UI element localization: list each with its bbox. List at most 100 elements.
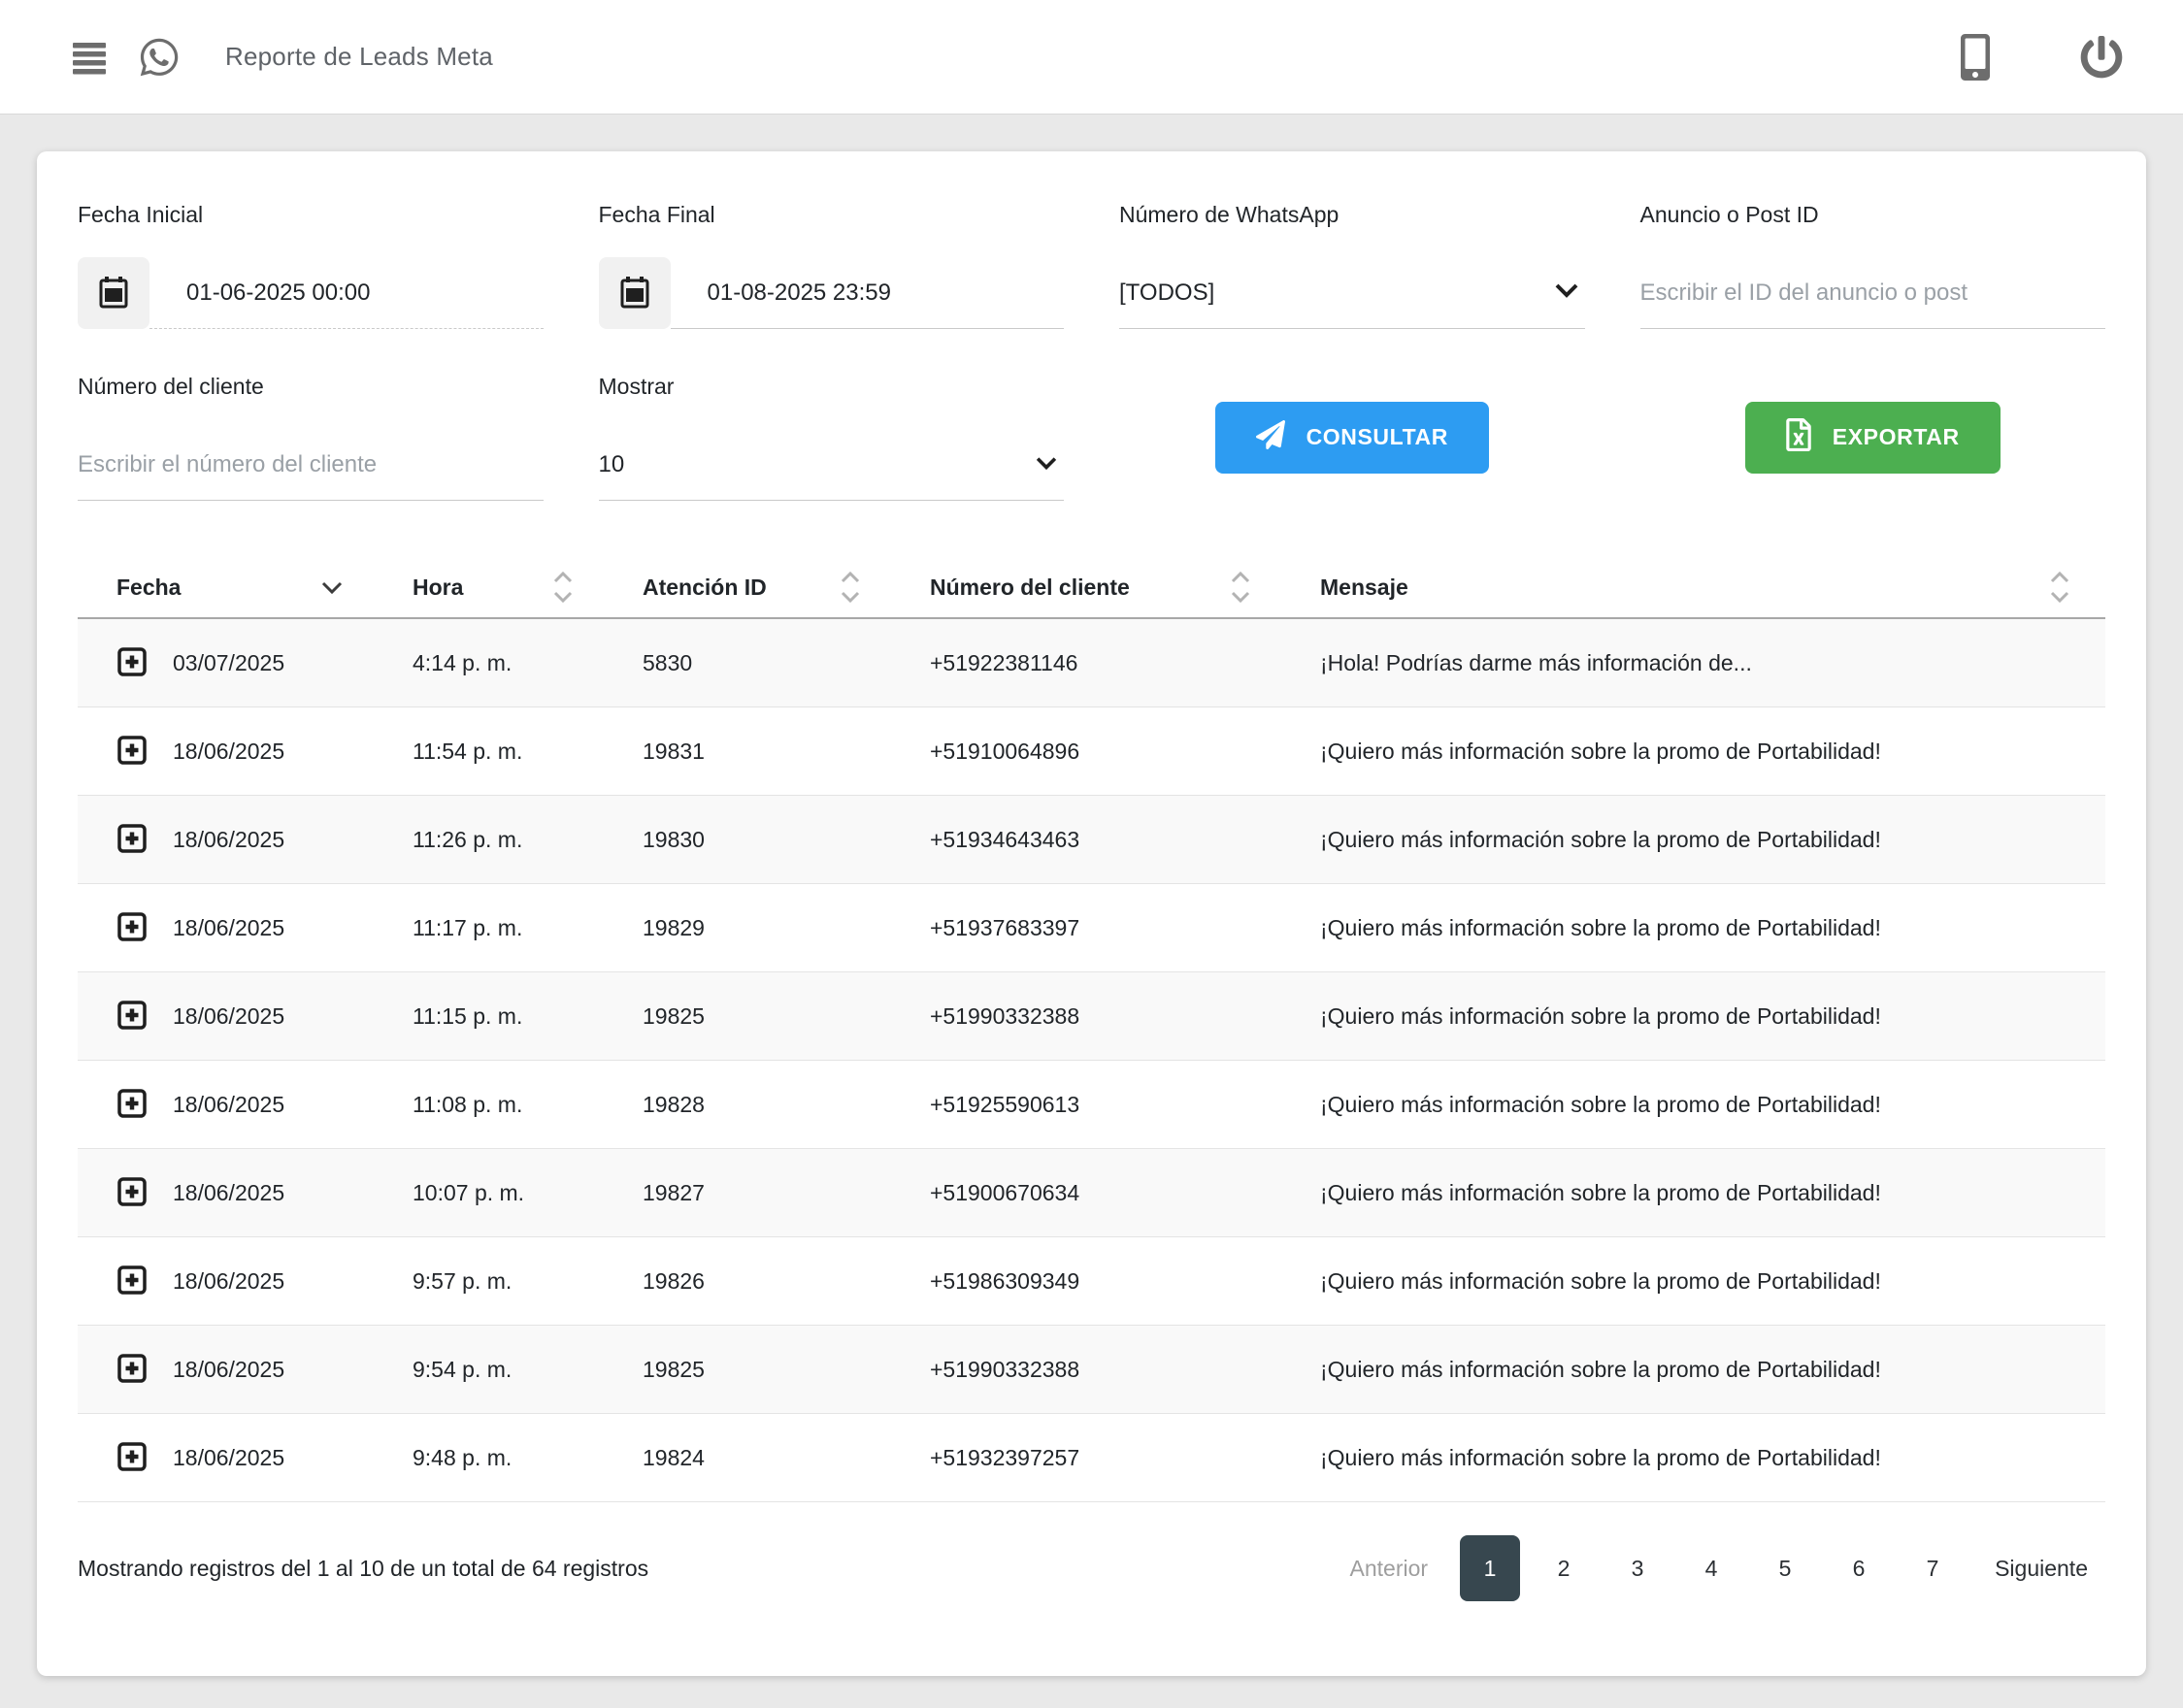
anuncio-post-id-input[interactable] xyxy=(1640,257,2106,329)
plus-square-icon xyxy=(116,1088,148,1122)
row-hora: 11:26 p. m. xyxy=(413,827,643,853)
records-summary: Mostrando registros del 1 al 10 de un to… xyxy=(78,1556,648,1582)
table-row: 18/06/2025 11:08 p. m. 19828 +5192559061… xyxy=(78,1061,2105,1149)
column-label: Atención ID xyxy=(643,575,767,601)
top-navbar: Reporte de Leads Meta xyxy=(0,0,2183,115)
row-fecha: 03/07/2025 xyxy=(173,650,284,676)
pagination-next[interactable]: Siguiente xyxy=(1995,1556,2088,1582)
table-row: 18/06/2025 9:54 p. m. 19825 +51990332388… xyxy=(78,1326,2105,1414)
column-label: Fecha xyxy=(116,575,181,601)
pagination-page[interactable]: 2 xyxy=(1527,1535,1601,1601)
sort-desc-icon xyxy=(319,579,345,595)
table-row: 18/06/2025 9:48 p. m. 19824 +51932397257… xyxy=(78,1414,2105,1502)
paper-plane-icon xyxy=(1256,420,1285,455)
row-fecha: 18/06/2025 xyxy=(173,1092,284,1118)
mostrar-select[interactable]: 10 xyxy=(599,429,1065,501)
mostrar-label: Mostrar xyxy=(599,374,1065,400)
row-atencion-id: 19826 xyxy=(643,1268,930,1295)
fecha-inicial-input[interactable] xyxy=(149,257,544,329)
plus-square-icon xyxy=(116,646,148,680)
pagination-page[interactable]: 1 xyxy=(1460,1535,1520,1601)
anuncio-post-id-label: Anuncio o Post ID xyxy=(1640,202,2106,228)
table-footer: Mostrando registros del 1 al 10 de un to… xyxy=(78,1502,2105,1601)
row-numero-cliente: +51932397257 xyxy=(930,1445,1320,1471)
fecha-final-label: Fecha Final xyxy=(599,202,1065,228)
menu-icon[interactable] xyxy=(70,40,109,75)
row-hora: 9:48 p. m. xyxy=(413,1445,643,1471)
row-fecha: 18/06/2025 xyxy=(173,915,284,941)
plus-square-icon xyxy=(116,1265,148,1298)
mostrar-value: 10 xyxy=(599,451,625,478)
fecha-final-calendar-button[interactable] xyxy=(599,257,671,329)
table-row: 18/06/2025 11:15 p. m. 19825 +5199033238… xyxy=(78,972,2105,1061)
row-mensaje: ¡Quiero más información sobre la promo d… xyxy=(1320,1357,2105,1383)
plus-square-icon xyxy=(116,1176,148,1210)
row-numero-cliente: +51925590613 xyxy=(930,1092,1320,1118)
expand-row-button[interactable] xyxy=(116,823,148,857)
numero-cliente-input[interactable] xyxy=(78,429,544,501)
pagination-page[interactable]: 7 xyxy=(1896,1535,1969,1601)
expand-row-button[interactable] xyxy=(116,911,148,945)
sort-both-icon xyxy=(551,571,575,604)
row-hora: 11:54 p. m. xyxy=(413,739,643,765)
table-row: 18/06/2025 11:54 p. m. 19831 +5191006489… xyxy=(78,707,2105,796)
exportar-button[interactable]: EXPORTAR xyxy=(1745,402,2001,474)
row-hora: 10:07 p. m. xyxy=(413,1180,643,1206)
expand-row-button[interactable] xyxy=(116,735,148,769)
row-fecha: 18/06/2025 xyxy=(173,739,284,765)
table-row: 03/07/2025 4:14 p. m. 5830 +51922381146 … xyxy=(78,619,2105,707)
power-icon[interactable] xyxy=(2080,36,2123,79)
expand-row-button[interactable] xyxy=(116,646,148,680)
row-hora: 9:54 p. m. xyxy=(413,1357,643,1383)
row-numero-cliente: +51922381146 xyxy=(930,650,1320,676)
row-mensaje: ¡Hola! Podrías darme más información de.… xyxy=(1320,650,2105,676)
pagination-previous[interactable]: Anterior xyxy=(1350,1556,1429,1582)
row-atencion-id: 19825 xyxy=(643,1357,930,1383)
consultar-label: CONSULTAR xyxy=(1306,424,1448,450)
pagination-page[interactable]: 5 xyxy=(1748,1535,1822,1601)
field-anuncio-post-id: Anuncio o Post ID xyxy=(1640,202,2106,329)
row-numero-cliente: +51910064896 xyxy=(930,739,1320,765)
expand-row-button[interactable] xyxy=(116,1088,148,1122)
column-label: Hora xyxy=(413,575,463,601)
expand-row-button[interactable] xyxy=(116,1000,148,1034)
expand-row-button[interactable] xyxy=(116,1176,148,1210)
pagination-page[interactable]: 6 xyxy=(1822,1535,1896,1601)
table-header-row: Fecha Hora Atención ID xyxy=(78,557,2105,619)
row-hora: 9:57 p. m. xyxy=(413,1268,643,1295)
fecha-inicial-label: Fecha Inicial xyxy=(78,202,544,228)
column-header-numero-cliente[interactable]: Número del cliente xyxy=(930,571,1320,604)
sort-both-icon xyxy=(839,571,862,604)
expand-row-button[interactable] xyxy=(116,1353,148,1387)
row-numero-cliente: +51990332388 xyxy=(930,1003,1320,1030)
row-mensaje: ¡Quiero más información sobre la promo d… xyxy=(1320,1445,2105,1471)
calendar-icon xyxy=(615,273,654,314)
plus-square-icon xyxy=(116,1000,148,1034)
sort-both-icon xyxy=(1229,571,1252,604)
column-label: Mensaje xyxy=(1320,575,1408,601)
plus-square-icon xyxy=(116,911,148,945)
pagination-page[interactable]: 4 xyxy=(1674,1535,1748,1601)
row-numero-cliente: +51990332388 xyxy=(930,1357,1320,1383)
mobile-icon[interactable] xyxy=(1960,34,1991,81)
page-title: Reporte de Leads Meta xyxy=(225,42,493,72)
row-numero-cliente: +51900670634 xyxy=(930,1180,1320,1206)
table-row: 18/06/2025 10:07 p. m. 19827 +5190067063… xyxy=(78,1149,2105,1237)
expand-row-button[interactable] xyxy=(116,1441,148,1475)
column-header-mensaje[interactable]: Mensaje xyxy=(1320,571,2105,604)
pagination-page[interactable]: 3 xyxy=(1601,1535,1674,1601)
numero-whatsapp-value: [TODOS] xyxy=(1119,279,1214,307)
row-fecha: 18/06/2025 xyxy=(173,1180,284,1206)
expand-row-button[interactable] xyxy=(116,1265,148,1298)
consultar-button[interactable]: CONSULTAR xyxy=(1215,402,1489,474)
numero-whatsapp-select[interactable]: [TODOS] xyxy=(1119,257,1585,329)
plus-square-icon xyxy=(116,823,148,857)
column-header-hora[interactable]: Hora xyxy=(413,571,643,604)
row-mensaje: ¡Quiero más información sobre la promo d… xyxy=(1320,915,2105,941)
column-header-fecha[interactable]: Fecha xyxy=(78,575,413,601)
row-atencion-id: 19827 xyxy=(643,1180,930,1206)
pagination-pages: 1 2 3 4 5 6 7 xyxy=(1453,1535,1969,1601)
fecha-final-input[interactable] xyxy=(671,257,1065,329)
fecha-inicial-calendar-button[interactable] xyxy=(78,257,149,329)
column-header-atencion-id[interactable]: Atención ID xyxy=(643,571,930,604)
